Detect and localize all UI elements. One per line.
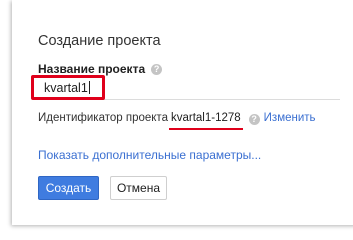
project-name-label: Название проекта: [38, 62, 146, 76]
project-id-value: kvartal1-1278: [168, 112, 243, 130]
show-more-options-link[interactable]: Показать дополнительные параметры...: [38, 148, 261, 162]
app-root: Создание проекта Название проекта ? kvar…: [0, 0, 353, 234]
annotation-underline: [168, 128, 243, 130]
dialog-title: Создание проекта: [38, 33, 161, 49]
annotation-highlight-box: [31, 75, 105, 100]
project-id-label: Идентификатор проекта: [38, 112, 168, 124]
cancel-button[interactable]: Отмена: [110, 176, 167, 200]
create-project-dialog: Создание проекта Название проекта ? kvar…: [12, 0, 353, 225]
project-id-text: kvartal1-1278: [170, 112, 241, 124]
help-icon[interactable]: ?: [248, 114, 260, 125]
help-icon[interactable]: ?: [151, 63, 163, 75]
change-id-link[interactable]: Изменить: [264, 112, 316, 124]
project-name-label-row: Название проекта ?: [38, 62, 163, 76]
create-button[interactable]: Создать: [38, 176, 99, 200]
project-id-row: Идентификатор проекта kvartal1-1278 ? Из…: [38, 112, 316, 130]
